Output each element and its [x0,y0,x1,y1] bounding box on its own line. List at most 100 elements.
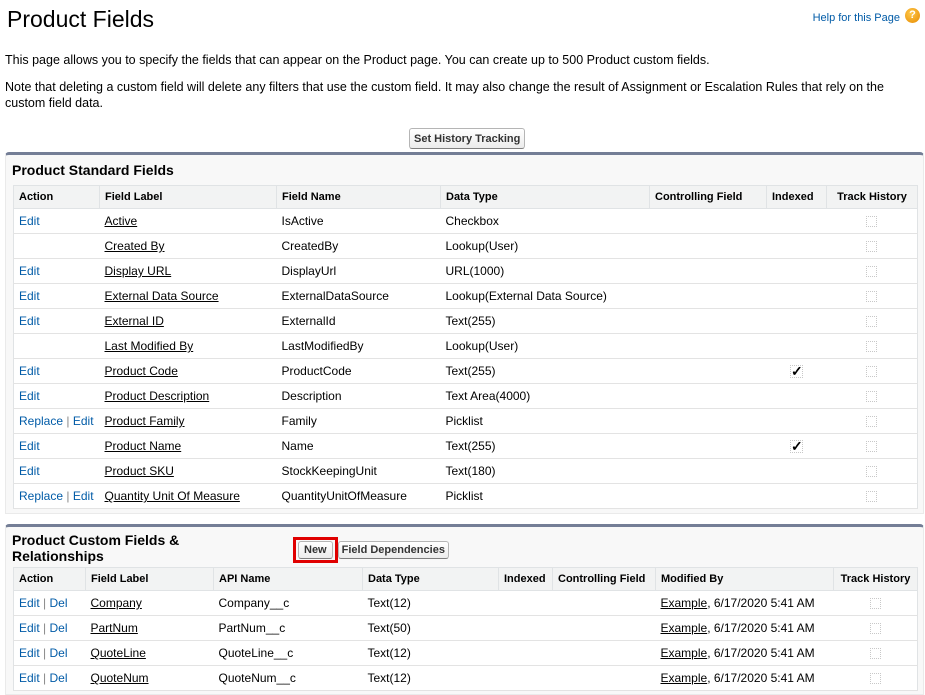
edit-link[interactable]: Edit [73,489,94,503]
separator: | [66,489,70,503]
track-history-checkbox[interactable] [869,623,881,635]
delete-link[interactable]: Del [50,646,68,660]
field-label-link[interactable]: External Data Source [105,289,219,303]
edit-link[interactable]: Edit [19,596,40,610]
track-history-checkbox[interactable] [866,241,878,253]
col-indexed: Indexed [766,185,827,209]
data-type-cell: Text(255) [440,308,650,334]
edit-link[interactable]: Edit [19,646,40,660]
set-history-tracking-button[interactable]: Set History Tracking [409,128,526,149]
edit-link[interactable]: Edit [19,671,40,685]
col-indexed: Indexed [498,567,553,591]
custom-fields-title: Product Custom Fields & Relationships [12,532,180,564]
indexed-cell [766,408,827,434]
field-label-link[interactable]: External ID [105,314,164,328]
track-history-checkbox[interactable] [866,216,878,228]
field-label-link[interactable]: Display URL [105,264,172,278]
track-history-checkbox[interactable] [869,598,881,610]
track-history-checkbox[interactable] [866,291,878,303]
help-icon[interactable]: ? [905,8,920,23]
field-dependencies-button[interactable]: Field Dependencies [337,541,449,559]
track-history-checkbox[interactable] [866,391,878,403]
edit-link[interactable]: Edit [19,364,40,378]
field-label-cell: Created By [99,233,277,259]
replace-link[interactable]: Replace [19,489,63,503]
standard-fields-title: Product Standard Fields [12,162,174,178]
track-history-checkbox[interactable] [866,491,878,503]
controlling-field-cell [649,208,767,234]
edit-link[interactable]: Edit [19,264,40,278]
field-label-link[interactable]: PartNum [91,621,138,635]
field-label-link[interactable]: Product Name [105,439,182,453]
modified-by-user-link[interactable]: Example [661,596,708,610]
track-history-checkbox[interactable] [866,366,878,378]
data-type-cell: Text(255) [440,433,650,459]
field-label-link[interactable]: Last Modified By [105,339,194,353]
track-history-checkbox[interactable] [866,466,878,478]
replace-link[interactable]: Replace [19,414,63,428]
modified-by-user-link[interactable]: Example [661,621,708,635]
col-controlling-field: Controlling Field [552,567,656,591]
controlling-field-cell [552,640,656,666]
indexed-cell [498,615,553,641]
controlling-field-cell [649,458,767,484]
field-label-link[interactable]: Product Family [105,414,185,428]
modified-by-cell: Example, 6/17/2020 5:41 AM [655,615,834,641]
data-type-cell: Text(12) [362,590,499,616]
edit-link[interactable]: Edit [19,389,40,403]
field-label-link[interactable]: Active [105,214,138,228]
api-name-cell: QuoteLine__c [213,640,363,666]
edit-link[interactable]: Edit [19,289,40,303]
separator: | [43,621,47,635]
field-label-link[interactable]: Product Code [105,364,178,378]
action-cell: Edit | Del [13,665,86,691]
field-label-cell: Product SKU [99,458,277,484]
field-label-link[interactable]: Company [91,596,142,610]
delete-link[interactable]: Del [50,596,68,610]
help-link[interactable]: Help for this Page [813,12,900,24]
delete-link[interactable]: Del [50,671,68,685]
action-cell: Edit [13,383,100,409]
track-history-checkbox[interactable] [866,441,878,453]
edit-link[interactable]: Edit [19,214,40,228]
field-label-link[interactable]: Product SKU [105,464,174,478]
field-label-link[interactable]: Product Description [105,389,210,403]
track-history-checkbox[interactable] [866,266,878,278]
field-label-link[interactable]: Quantity Unit Of Measure [105,489,240,503]
data-type-cell: Lookup(User) [440,233,650,259]
col-track-history: Track History [826,185,918,209]
edit-link[interactable]: Edit [19,439,40,453]
field-label-cell: PartNum [85,615,214,641]
edit-link[interactable]: Edit [19,464,40,478]
standard-fields-table: Action Field Label Field Name Data Type … [13,185,918,509]
field-label-cell: External Data Source [99,283,277,309]
controlling-field-cell [649,233,767,259]
delete-link[interactable]: Del [50,621,68,635]
controlling-field-cell [649,258,767,284]
track-history-cell [833,640,918,666]
track-history-checkbox[interactable] [866,341,878,353]
track-history-checkbox[interactable] [866,416,878,428]
indexed-cell [766,333,827,359]
edit-link[interactable]: Edit [19,314,40,328]
track-history-checkbox[interactable] [869,648,881,660]
table-row: Edit | Del QuoteNum QuoteNum__c Text(12) Exa… [13,665,918,691]
controlling-field-cell [649,433,767,459]
track-history-cell [826,483,918,509]
edit-link[interactable]: Edit [19,621,40,635]
track-history-checkbox[interactable] [866,316,878,328]
data-type-cell: Checkbox [440,208,650,234]
separator: | [66,414,70,428]
field-name-cell: IsActive [276,208,441,234]
edit-link[interactable]: Edit [73,414,94,428]
modified-by-user-link[interactable]: Example [661,646,708,660]
track-history-checkbox[interactable] [869,673,881,685]
field-name-cell: ProductCode [276,358,441,384]
field-label-link[interactable]: QuoteNum [91,671,149,685]
field-label-link[interactable]: Created By [105,239,165,253]
new-field-button[interactable]: New [298,541,333,559]
modified-by-user-link[interactable]: Example [661,671,708,685]
modified-by-cell: Example, 6/17/2020 5:41 AM [655,640,834,666]
col-data-type: Data Type [440,185,650,209]
field-label-link[interactable]: QuoteLine [91,646,146,660]
